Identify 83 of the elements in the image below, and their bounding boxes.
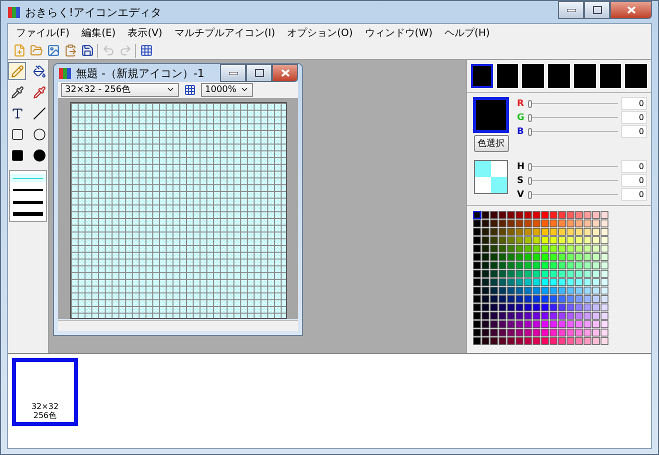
- save-button[interactable]: [80, 44, 94, 58]
- grid-button[interactable]: [139, 44, 153, 58]
- filled-circle-icon: [32, 148, 46, 162]
- color-palette-drawing[interactable]: [473, 211, 611, 347]
- paint-bucket-icon: [32, 64, 46, 78]
- undo-icon: [102, 44, 114, 57]
- redo-icon: [118, 44, 132, 57]
- recent-color-swatch[interactable]: [574, 64, 596, 88]
- value-field[interactable]: 0: [621, 111, 647, 124]
- recent-color-swatch[interactable]: [625, 64, 648, 88]
- close-icon: [280, 69, 290, 77]
- menu-item[interactable]: ウィンドウ(W): [364, 26, 432, 40]
- menu-item[interactable]: 編集(E): [82, 26, 116, 40]
- maximize-button[interactable]: [584, 1, 610, 19]
- slider-thumb[interactable]: [528, 176, 532, 184]
- maximize-button[interactable]: [246, 64, 272, 82]
- recent-color-swatch[interactable]: [496, 64, 518, 88]
- close-icon: [626, 6, 636, 14]
- pencil-icon: [10, 64, 24, 78]
- text-tool-icon: [10, 106, 24, 120]
- line-icon: [32, 106, 46, 120]
- grid-icon: [184, 84, 196, 96]
- minimize-icon: [228, 72, 238, 74]
- dropper-icon: [32, 86, 46, 98]
- channel-label: S: [517, 176, 524, 186]
- recent-color-swatch[interactable]: [471, 64, 493, 88]
- value-field[interactable]: 0: [621, 160, 647, 173]
- channel-label: R: [517, 98, 525, 108]
- circle-icon: [32, 128, 46, 140]
- window-title: おきらく!アイコンエディタ: [25, 4, 162, 20]
- recent-color-swatch[interactable]: [600, 64, 622, 88]
- dropper-icon: [10, 86, 24, 98]
- save-icon: [80, 44, 94, 57]
- filled-rectangle-icon: [10, 148, 24, 162]
- menu-item[interactable]: マルチプルアイコン(I): [174, 26, 276, 40]
- recent-color-swatch[interactable]: [522, 64, 544, 88]
- minimize-button[interactable]: [220, 64, 246, 82]
- value-field[interactable]: 0: [621, 125, 647, 138]
- value-field[interactable]: 0: [621, 97, 647, 110]
- value-field[interactable]: 0: [621, 174, 647, 187]
- pixel-canvas[interactable]: [70, 102, 286, 319]
- format-dropdown[interactable]: 32×32 - 256色: [61, 82, 179, 97]
- zoom-dropdown[interactable]: 1000%: [201, 82, 253, 97]
- channel-label: H: [517, 162, 525, 172]
- minimize-button[interactable]: [558, 1, 584, 19]
- pick-color-button[interactable]: 色選択: [474, 135, 508, 152]
- transparent-color-swatch: [474, 160, 508, 194]
- image-button[interactable]: [46, 44, 60, 58]
- menu-item[interactable]: オプション(O): [287, 26, 353, 40]
- maximize-icon: [592, 6, 602, 14]
- menu-item[interactable]: ファイル(F): [16, 26, 70, 40]
- line-width-option[interactable]: [10, 186, 46, 194]
- recent-color-swatch[interactable]: [548, 64, 570, 88]
- app-logo-icon: [58, 66, 72, 80]
- close-button[interactable]: [610, 1, 652, 19]
- channel-label: B: [517, 126, 525, 136]
- folder-icon: [30, 44, 42, 57]
- channel-label: G: [517, 112, 525, 122]
- slider-thumb[interactable]: [528, 190, 532, 198]
- slider-thumb[interactable]: [528, 100, 532, 108]
- image-icon: [46, 44, 60, 57]
- close-button[interactable]: [272, 64, 298, 82]
- value-field[interactable]: 0: [621, 188, 647, 201]
- new-file-icon: [12, 44, 26, 57]
- minimize-icon: [566, 8, 576, 12]
- icon-size-label: 32×32: [31, 402, 59, 411]
- rectangle-icon: [10, 128, 24, 140]
- child-window-title: 無題 -（新規アイコン）-1: [76, 66, 204, 80]
- line-width-option[interactable]: [10, 198, 46, 206]
- slider-thumb[interactable]: [528, 162, 532, 170]
- grid-icon: [140, 44, 152, 57]
- menu-item[interactable]: ヘルプ(H): [444, 26, 490, 40]
- app-logo-icon: [7, 5, 21, 19]
- menu-item[interactable]: 表示(V): [128, 26, 162, 40]
- icon-thumbnail[interactable]: 32×32 256色: [12, 358, 78, 426]
- paste-icon: [64, 44, 76, 57]
- current-color-swatch: [473, 97, 509, 133]
- channel-label: V: [517, 190, 525, 200]
- slider-thumb[interactable]: [528, 128, 532, 136]
- maximize-icon: [254, 69, 264, 77]
- line-width-option[interactable]: [10, 210, 46, 218]
- icon-depth-label: 256色: [33, 411, 57, 420]
- slider-thumb[interactable]: [528, 114, 532, 122]
